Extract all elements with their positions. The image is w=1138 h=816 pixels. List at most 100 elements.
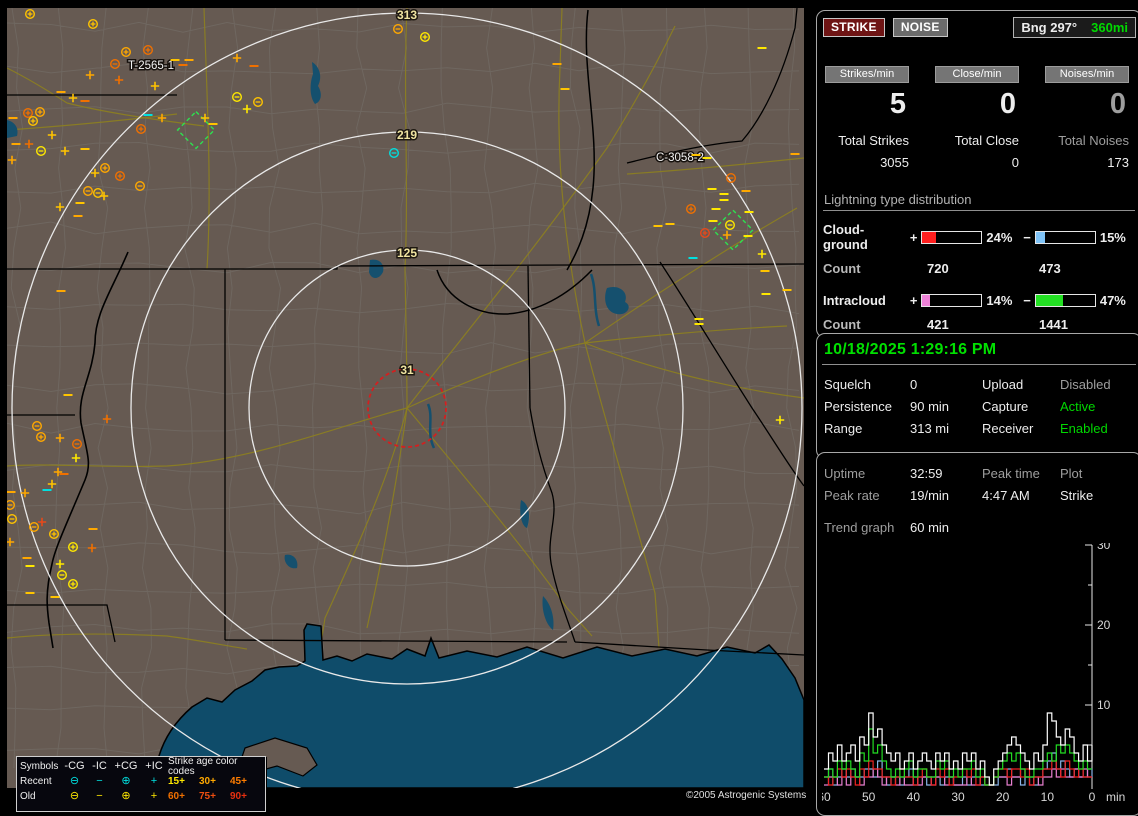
trend-graph-label: Trend graph: [824, 520, 895, 535]
legend-header-symbols: Symbols: [20, 760, 59, 772]
svg-text:60: 60: [822, 790, 831, 804]
noise-mode-button[interactable]: NOISE: [892, 18, 948, 37]
plus-sign: +: [909, 229, 918, 245]
minus-sign: −: [1023, 229, 1031, 245]
ic-minus-bar: [1034, 294, 1096, 307]
peak-rate-value: 19/min: [910, 488, 950, 503]
count-label: Count: [823, 317, 861, 332]
count-label: Count: [823, 261, 861, 276]
squelch-label: Squelch: [824, 377, 871, 392]
trend-panel: Uptime 32:59 Peak time Plot Peak rate 19…: [816, 452, 1138, 816]
svg-text:10: 10: [1041, 790, 1055, 804]
close-per-min-value: 0: [999, 88, 1016, 120]
capture-status: Active: [1060, 399, 1096, 414]
svg-text:40: 40: [907, 790, 921, 804]
map-legend: Symbols -CG -IC +CG +IC Strike age color…: [16, 756, 266, 812]
persistence-label: Persistence: [824, 399, 892, 414]
cloud-ground-row: Cloud-ground + 24% − 15%: [823, 222, 1135, 252]
peak-rate-label: Peak rate: [824, 488, 880, 503]
svg-text:30: 30: [1097, 543, 1111, 552]
age-45: 45+: [230, 775, 247, 787]
map-canvas[interactable]: 313 219 125 31 T-2565-1 C-3058-2: [7, 8, 804, 788]
status-panel: 10/18/2025 1:29:16 PM Squelch 0 Upload D…: [816, 333, 1138, 459]
legend-row-old-label: Old: [20, 790, 36, 802]
trend-chart: 10 20 30 60 50 40 30 20 10 0 min: [822, 543, 1126, 805]
legend-header-pic: +IC: [145, 760, 163, 772]
old-nic-icon: −: [96, 790, 103, 802]
legend-age-title: Strike age color codes: [168, 755, 238, 777]
plus-sign: +: [909, 293, 918, 308]
plot-type-value: Strike: [1060, 488, 1094, 503]
persistence-value: 90 min: [910, 399, 950, 414]
legend-header-nic: -IC: [92, 760, 107, 772]
range-label: Range: [824, 421, 863, 436]
total-noises-value: 173: [1107, 155, 1129, 170]
intracloud-count-row: Count 421 1441: [823, 317, 1135, 332]
svg-text:31: 31: [400, 363, 414, 377]
trend-graph-period: 60 min: [910, 520, 950, 535]
cg-plus-bar: [921, 230, 983, 244]
peak-time-label: Peak time: [982, 466, 1040, 481]
cg-plus-count: 720: [927, 261, 949, 276]
receiver-label: Receiver: [982, 421, 1034, 436]
legend-row-recent-label: Recent: [20, 775, 52, 787]
ic-plus-pct: 14%: [986, 293, 1013, 308]
strikes-per-min-button[interactable]: Strikes/min: [825, 66, 909, 83]
svg-text:20: 20: [996, 790, 1010, 804]
peak-time-value: 4:47 AM: [982, 488, 1030, 503]
cloud-ground-label: Cloud-ground: [823, 222, 868, 252]
capture-label: Capture: [982, 399, 1029, 414]
copyright-text: ©2005 Astrogenic Systems: [686, 790, 807, 801]
svg-text:313: 313: [397, 8, 417, 22]
age-75: 75+: [199, 790, 216, 802]
age-60: 60+: [168, 790, 185, 802]
range-value: 360mi: [1091, 20, 1128, 35]
legend-header-pcg: +CG: [114, 760, 138, 772]
ic-plus-bar: [921, 294, 983, 307]
age-90: 90+: [230, 790, 247, 802]
total-strikes-label: Total Strikes: [838, 133, 909, 148]
recent-ncg-icon: ⊖: [69, 775, 80, 787]
noises-per-min-value: 0: [1109, 88, 1126, 120]
bearing-range-display: Bng 297° 360mi: [1013, 17, 1136, 38]
cloud-ground-count-row: Count 720 473: [823, 261, 1135, 276]
bearing-value: Bng 297°: [1021, 20, 1078, 35]
total-noises-label: Total Noises: [1058, 133, 1129, 148]
total-close-label: Total Close: [954, 133, 1019, 148]
svg-text:C-3058-2: C-3058-2: [656, 152, 704, 164]
close-per-min-button[interactable]: Close/min: [935, 66, 1019, 83]
cg-plus-pct: 24%: [986, 229, 1013, 245]
old-pic-icon: +: [150, 790, 158, 802]
squelch-value: 0: [910, 377, 918, 392]
strikes-per-min-value: 5: [889, 88, 906, 120]
counters-panel: STRIKE NOISE Bng 297° 360mi Strikes/min C…: [816, 10, 1138, 338]
age-15: 15+: [168, 775, 185, 787]
upload-label: Upload: [982, 377, 1024, 392]
svg-text:20: 20: [1097, 618, 1111, 632]
cg-minus-pct: 15%: [1099, 229, 1126, 245]
uptime-label: Uptime: [824, 466, 866, 481]
recent-nic-icon: −: [96, 775, 103, 787]
total-strikes-value: 3055: [880, 155, 909, 170]
noises-per-min-button[interactable]: Noises/min: [1045, 66, 1129, 83]
old-pcg-icon: ⊕: [121, 790, 131, 802]
old-ncg-icon: ⊖: [69, 790, 80, 802]
svg-text:min: min: [1106, 790, 1125, 804]
ic-minus-pct: 47%: [1099, 293, 1126, 308]
total-close-value: 0: [1011, 155, 1019, 170]
upload-status: Disabled: [1060, 377, 1111, 392]
lightning-map[interactable]: 313 219 125 31 T-2565-1 C-3058-2: [7, 8, 804, 788]
minus-sign: −: [1023, 293, 1031, 308]
receiver-status: Enabled: [1060, 421, 1108, 436]
datetime-display: 10/18/2025 1:29:16 PM: [822, 339, 1136, 365]
range-value: 313 mi: [910, 421, 950, 436]
strike-mode-button[interactable]: STRIKE: [823, 18, 885, 37]
recent-pcg-icon: ⊕: [121, 775, 131, 787]
svg-text:0: 0: [1089, 790, 1096, 804]
plot-label: Plot: [1060, 466, 1083, 481]
svg-text:219: 219: [397, 128, 417, 142]
ic-minus-count: 1441: [1039, 317, 1068, 332]
svg-text:10: 10: [1097, 698, 1111, 712]
svg-text:125: 125: [397, 246, 417, 260]
age-30: 30+: [199, 775, 216, 787]
